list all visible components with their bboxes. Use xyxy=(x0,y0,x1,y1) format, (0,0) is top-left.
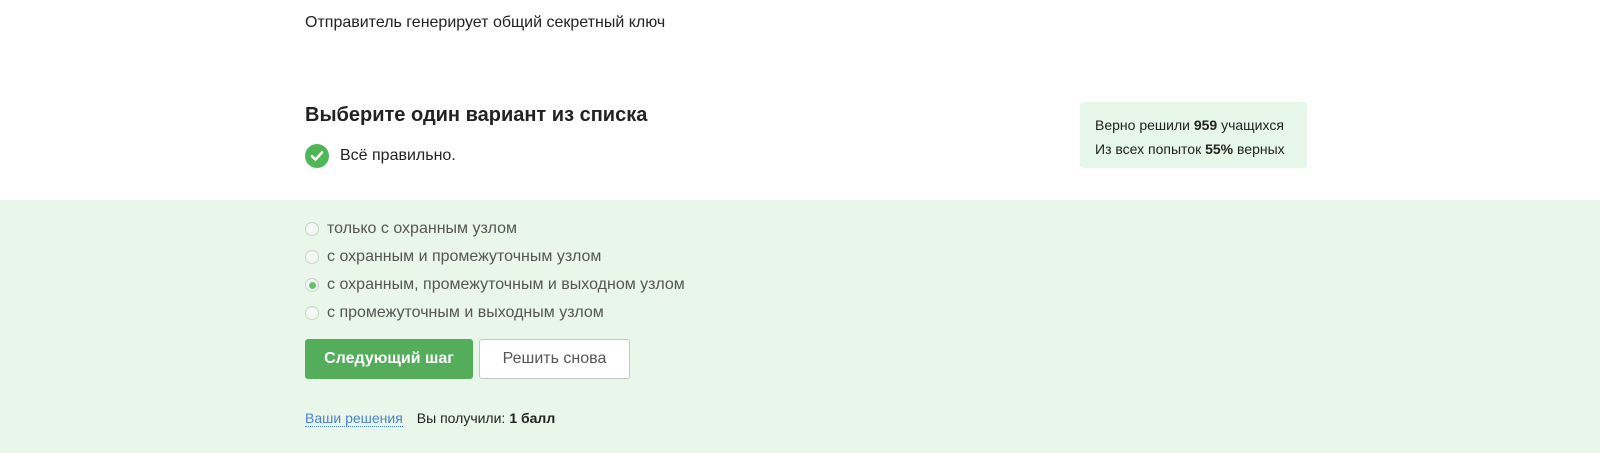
solved-stat: Верно решили 959 учащихся xyxy=(1095,113,1307,137)
question-heading: Выберите один вариант из списка xyxy=(305,104,648,126)
option-label: с охранным и промежуточным узлом xyxy=(327,248,602,265)
option-item[interactable]: только с охранным узлом xyxy=(305,215,685,243)
solve-again-button[interactable]: Решить снова xyxy=(479,339,630,379)
radio-button[interactable] xyxy=(305,222,319,236)
result-text: Всё правильно. xyxy=(340,147,456,164)
check-circle-icon xyxy=(305,144,329,168)
previous-answer-text: Отправитель генерирует общий секретный к… xyxy=(305,14,666,31)
options-list: только с охранным узлом с охранным и про… xyxy=(305,215,685,327)
attempts-prefix: Из всех попыток xyxy=(1095,141,1202,157)
radio-button[interactable] xyxy=(305,250,319,264)
option-item[interactable]: с охранным, промежуточным и выходном узл… xyxy=(305,271,685,299)
footer: Ваши решения Вы получили: 1 балл xyxy=(305,410,555,427)
option-item[interactable]: с промежуточным и выходным узлом xyxy=(305,299,685,327)
stats-box: Верно решили 959 учащихся Из всех попыто… xyxy=(1080,102,1307,168)
solved-prefix: Верно решили xyxy=(1095,117,1190,133)
attempts-stat: Из всех попыток 55% верных xyxy=(1095,137,1307,161)
attempts-percent: 55% xyxy=(1205,141,1234,157)
option-label: только с охранным узлом xyxy=(327,220,518,237)
solved-suffix: учащихся xyxy=(1221,117,1284,133)
option-item[interactable]: с охранным и промежуточным узлом xyxy=(305,243,685,271)
attempts-suffix: верных xyxy=(1237,141,1285,157)
option-label: с промежуточным и выходным узлом xyxy=(327,304,604,321)
option-label: с охранным, промежуточным и выходном узл… xyxy=(327,276,685,293)
radio-button[interactable] xyxy=(305,306,319,320)
next-step-button[interactable]: Следующий шаг xyxy=(305,339,473,379)
answer-area xyxy=(0,200,1600,453)
score-value: 1 балл xyxy=(509,410,556,426)
result-status: Всё правильно. xyxy=(305,144,456,168)
radio-button[interactable] xyxy=(305,278,319,292)
score-label: Вы получили: xyxy=(416,410,506,426)
solved-count: 959 xyxy=(1193,117,1218,133)
your-solutions-link[interactable]: Ваши решения xyxy=(305,410,403,427)
